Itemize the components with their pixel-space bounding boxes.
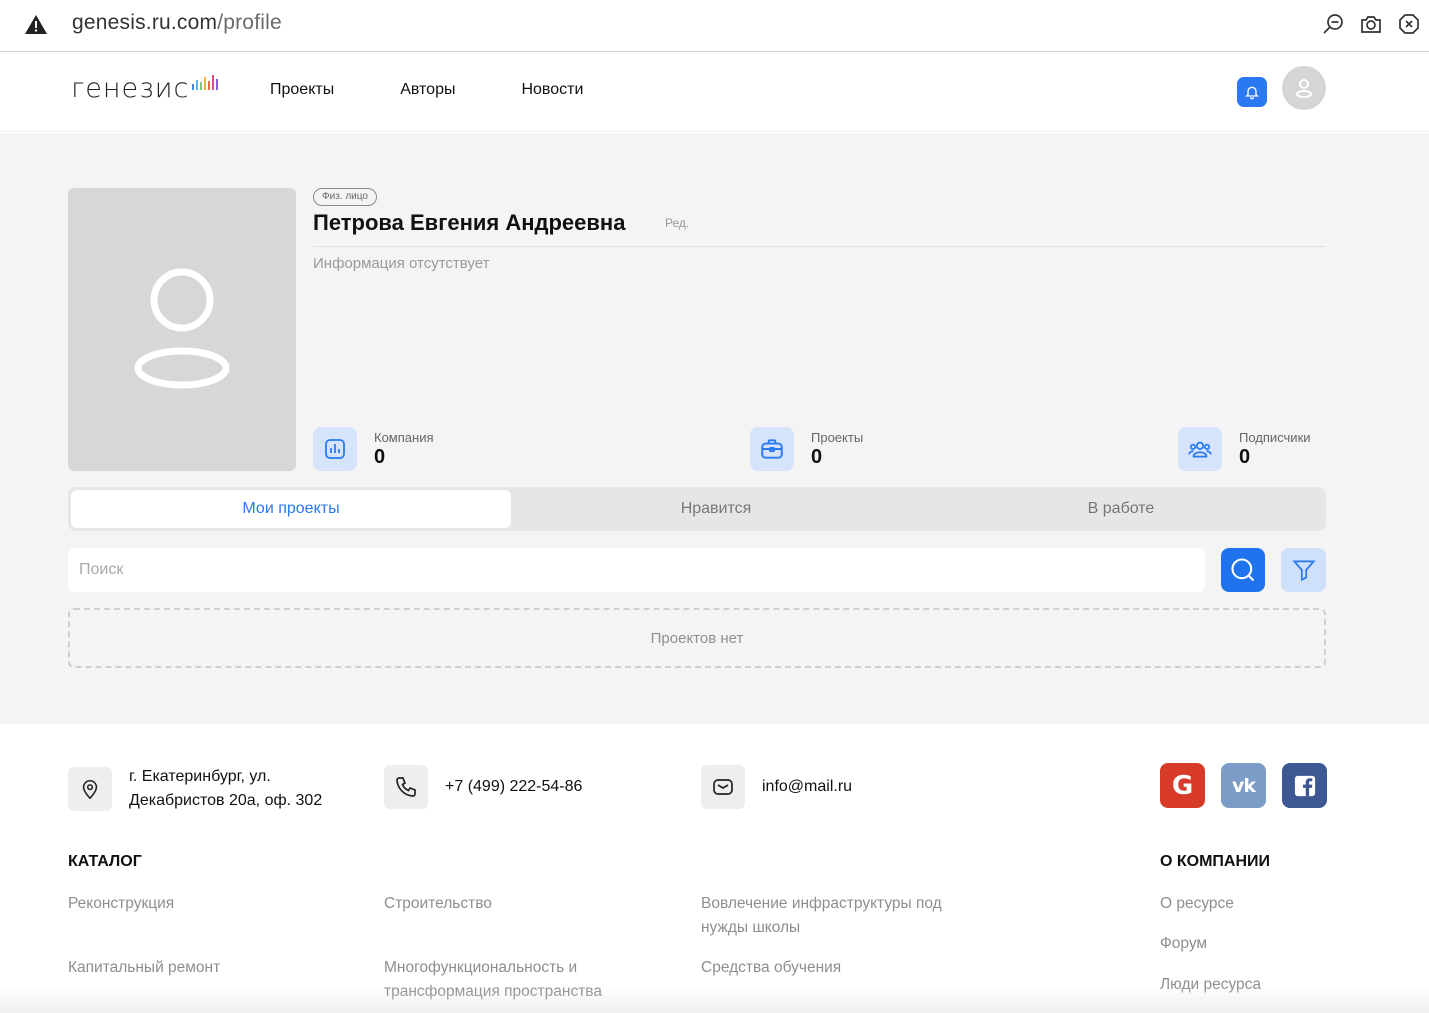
tab-my-projects[interactable]: Мои проекты [71,490,511,528]
stat-label: Подписчики [1239,430,1311,445]
google-icon: G [1171,770,1194,801]
stat-value: 0 [1239,446,1251,468]
company-link[interactable]: О ресурсе [1160,892,1234,916]
vk-button[interactable]: vk [1221,763,1266,808]
search-input[interactable] [68,548,1205,592]
warning-icon [25,15,47,34]
stat-company-icon-box [313,427,357,471]
search-icon [1231,558,1255,582]
stat-subscribers: Подписчики 0 [1178,427,1311,471]
contact-phone[interactable]: +7 (499) 222-54-86 [384,765,582,809]
company-title: О КОМПАНИИ [1160,853,1271,870]
profile-name: Петрова Евгения Андреевна [313,210,626,235]
profile-info: Информация отсутствует [313,255,490,272]
catalog-link[interactable]: Многофункциональность и трансформация пр… [384,956,644,1004]
address-line2: Декабристов 20а, оф. 302 [129,792,323,809]
contact-email[interactable]: info@mail.ru [701,765,852,809]
tab-in-progress[interactable]: В работе [921,490,1321,528]
google-button[interactable]: G [1160,763,1205,808]
company-link[interactable]: Форум [1160,932,1207,956]
url-field[interactable]: genesis.ru.com/profile [72,11,282,35]
empty-projects-message: Проектов нет [68,608,1326,668]
main-nav: Проекты Авторы Новости [270,81,649,99]
vk-icon: vk [1231,774,1256,797]
browser-address-bar: genesis.ru.com/profile [0,0,1429,52]
url-path: /profile [217,11,282,34]
catalog-link[interactable]: Капитальный ремонт [68,956,220,980]
facebook-button[interactable] [1282,763,1327,808]
search-button[interactable] [1221,548,1265,592]
catalog-title: КАТАЛОГ [68,853,142,870]
phone-icon-box [384,765,428,809]
email-address: info@mail.ru [762,778,853,795]
users-icon [1188,441,1212,458]
stat-label: Проекты [811,430,864,445]
stat-projects-icon-box [750,427,794,471]
camera-icon[interactable] [1359,12,1383,36]
stat-value: 0 [374,446,386,468]
briefcase-icon [761,439,783,459]
site-header: генезис Проекты Авторы Новости [0,52,1429,132]
logo-text: генезис [71,73,190,104]
user-placeholder-icon [134,268,230,388]
url-host: genesis.ru.com [72,11,218,34]
filter-icon [1291,560,1316,582]
logo-bars-icon [192,74,219,90]
nav-projects[interactable]: Проекты [270,81,334,99]
address-icon-box [68,767,112,811]
stat-projects: Проекты 0 [750,427,863,471]
catalog-link[interactable]: Вовлечение инфраструктуры под нужды школ… [701,892,991,940]
zoom-out-icon[interactable] [1321,12,1345,36]
logo[interactable]: генезис [71,73,219,104]
catalog-link[interactable]: Строительство [384,892,492,916]
filter-button[interactable] [1281,548,1326,592]
phone-icon [396,777,416,797]
edit-profile-link[interactable]: Ред. [665,216,689,230]
profile-photo[interactable] [68,188,296,471]
profile-tabs: Мои проекты Нравится В работе [68,487,1326,531]
divider [313,246,1326,247]
nav-authors[interactable]: Авторы [400,81,455,99]
person-type-badge: Физ. лицо [313,188,377,206]
email-icon-box [701,765,745,809]
nav-news[interactable]: Новости [521,81,583,99]
notifications-button[interactable] [1237,77,1267,107]
tab-likes[interactable]: Нравится [511,490,921,528]
catalog-link[interactable]: Реконструкция [68,892,174,916]
browser-actions [1321,12,1421,36]
contact-address: г. Екатеринбург, ул. Декабристов 20а, оф… [68,765,322,813]
company-link[interactable]: Люди ресурса [1160,973,1261,997]
mail-icon [713,779,733,795]
stat-subscribers-icon-box [1178,427,1222,471]
catalog-link[interactable]: Средства обучения [701,956,841,980]
facebook-icon [1294,775,1315,796]
user-avatar-button[interactable] [1282,66,1326,110]
close-icon[interactable] [1397,12,1421,36]
user-icon [1296,79,1312,98]
stat-company: Компания 0 [313,427,434,471]
bell-icon [1245,86,1259,100]
chart-icon [325,439,345,459]
stat-value: 0 [811,446,823,468]
address-line1: г. Екатеринбург, ул. [129,768,271,785]
stat-label: Компания [374,430,434,445]
phone-number: +7 (499) 222-54-86 [445,778,583,795]
location-pin-icon [82,779,98,800]
